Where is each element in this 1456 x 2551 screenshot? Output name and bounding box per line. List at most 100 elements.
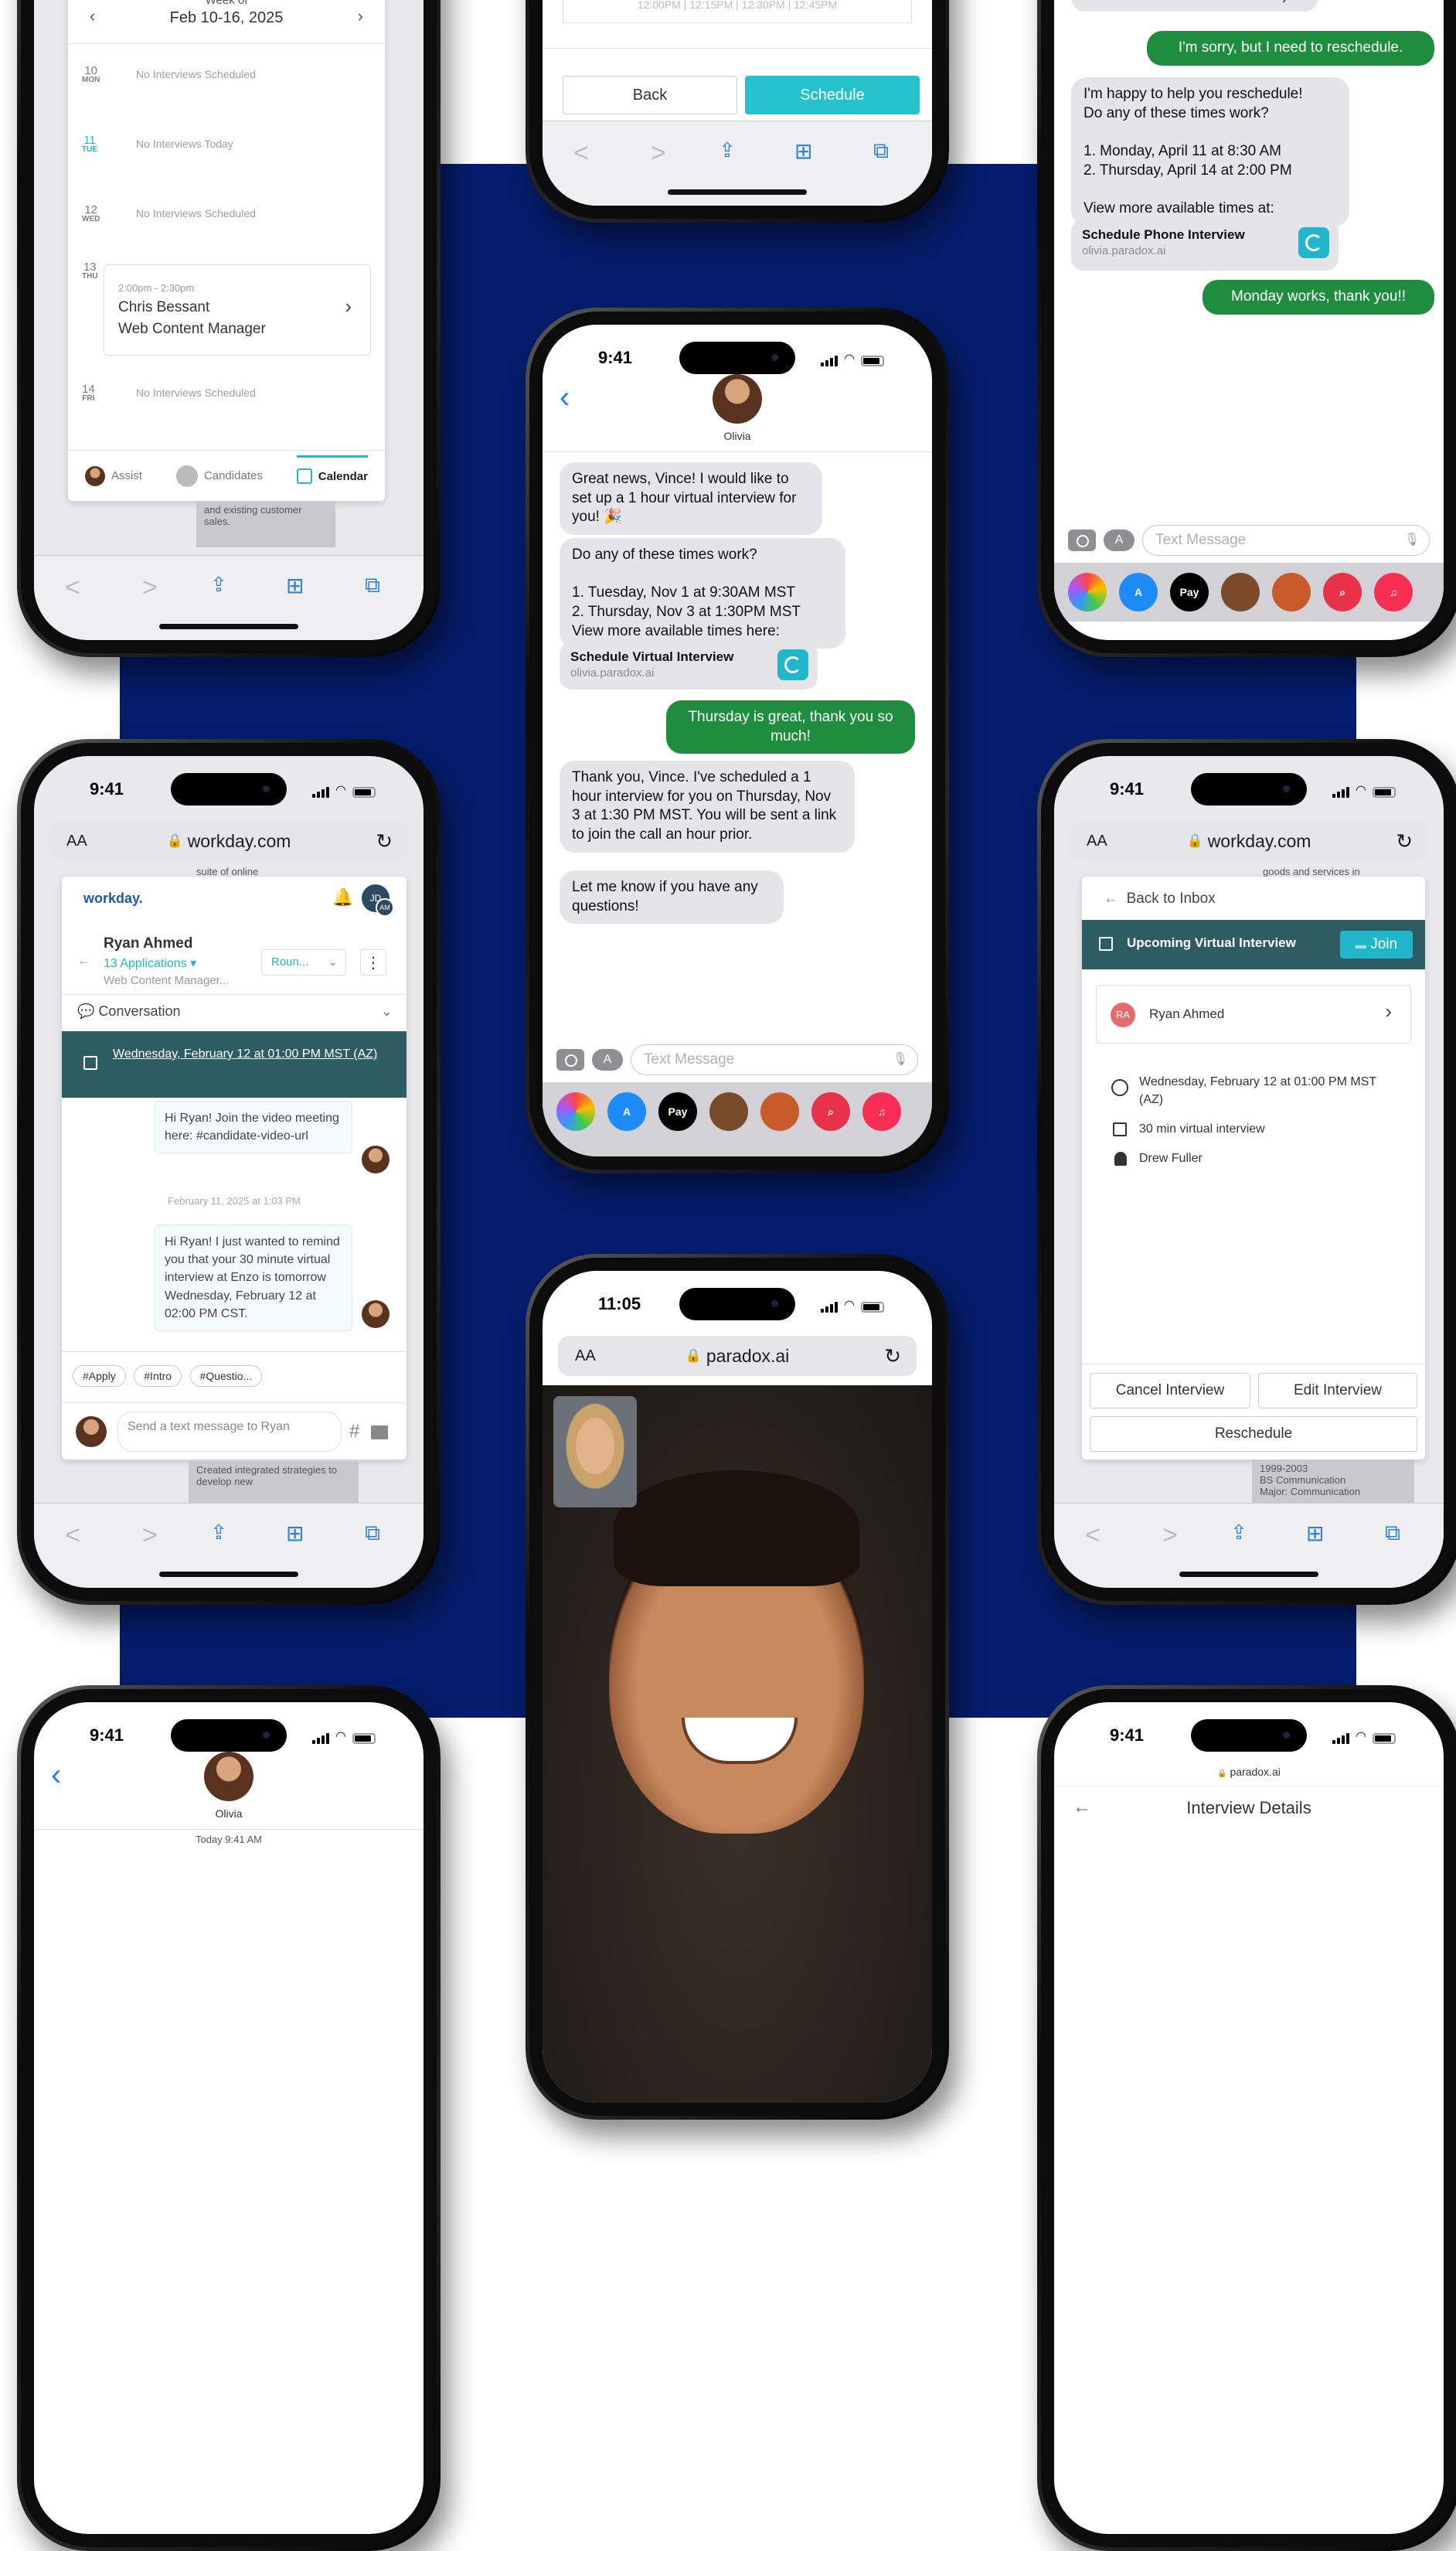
contact-name[interactable]: Olivia [543, 430, 932, 442]
app-store-icon[interactable]: A [607, 1092, 646, 1131]
conversation-header[interactable]: 💬 Conversation [77, 1003, 181, 1020]
share-icon[interactable]: ⇪ [210, 573, 227, 597]
round-select[interactable]: Roun... ⌄ [261, 949, 346, 976]
music-icon[interactable]: ♫ [862, 1092, 901, 1131]
tabs-icon[interactable]: ⧉ [365, 1521, 380, 1546]
message-input[interactable]: Text Message [631, 1044, 918, 1075]
tabs-icon[interactable]: ⧉ [365, 573, 380, 598]
bookmarks-icon[interactable]: ⊞ [794, 138, 812, 164]
schedule-button[interactable]: Schedule [745, 76, 920, 114]
back-to-inbox[interactable]: ← Back to Inbox [1104, 891, 1216, 908]
dynamic-island [1191, 773, 1307, 805]
back-icon[interactable]: < [1085, 1521, 1101, 1551]
address-bar[interactable]: AA 🔒 paradox.ai ↻ [558, 1336, 917, 1376]
self-view-thumbnail[interactable] [553, 1396, 637, 1507]
back-button[interactable]: Back [563, 76, 737, 114]
message-bubble-outgoing: I'm sorry, but I need to reschedule. [1147, 31, 1434, 66]
photos-icon[interactable] [1068, 573, 1107, 611]
cancel-interview-button[interactable]: Cancel Interview [1090, 1373, 1250, 1408]
share-icon[interactable]: ⇪ [719, 138, 736, 162]
tab-candidates[interactable]: Candidates [175, 465, 263, 487]
text-size-button[interactable]: AA [66, 833, 87, 850]
back-chevron-icon[interactable]: ‹ [560, 380, 570, 415]
app-store-icon[interactable]: A [1119, 573, 1158, 611]
camera-icon[interactable] [556, 1049, 584, 1071]
address-bar[interactable]: AA 🔒 workday.com ↻ [1070, 821, 1428, 861]
wifi-icon: ◠ [844, 1299, 855, 1312]
reload-icon[interactable]: ↻ [376, 829, 393, 853]
chip-intro[interactable]: #Intro [134, 1365, 182, 1387]
phone-schedule: 12:00PM | 12:15PM | 12:30PM | 12:45PM Ba… [526, 0, 949, 223]
share-icon[interactable]: ⇪ [1230, 1521, 1247, 1545]
apple-pay-icon[interactable]: Pay [658, 1092, 697, 1131]
reschedule-button[interactable]: Reschedule [1090, 1416, 1417, 1452]
share-icon[interactable]: ⇪ [210, 1521, 227, 1545]
message-input[interactable]: Text Message [1142, 525, 1430, 556]
candidate-row[interactable]: RA Ryan Ahmed › [1096, 985, 1411, 1044]
phone-calendar: Week of ‹ Feb 10-16, 2025 › 10 MON No Int… [17, 0, 441, 657]
chip-questions[interactable]: #Questio... [189, 1365, 263, 1387]
bell-icon[interactable]: 🔔 [332, 887, 353, 908]
event-card[interactable]: 2:00pm - 2:30pm Chris Bessant Web Conten… [104, 264, 371, 356]
schedule-virtual-link[interactable]: Schedule Virtual Interview olivia.parado… [560, 642, 818, 690]
search-icon[interactable]: ⌕ [1323, 573, 1362, 611]
contact-avatar[interactable] [713, 374, 762, 424]
time-slots[interactable]: 12:00PM | 12:15PM | 12:30PM | 12:45PM [563, 0, 912, 23]
camera-icon[interactable] [1068, 530, 1096, 551]
app-store-icon[interactable]: A [1104, 530, 1135, 551]
chip-apply[interactable]: #Apply [73, 1365, 126, 1387]
chevron-right-icon[interactable]: › [358, 6, 363, 26]
battery-icon [861, 356, 884, 366]
forward-icon[interactable]: > [1162, 1521, 1178, 1551]
week-range: Feb 10-16, 2025 [169, 9, 284, 26]
contact-name[interactable]: Olivia [34, 1807, 424, 1820]
back-icon[interactable]: < [65, 1521, 80, 1551]
memoji-icon[interactable] [1272, 573, 1311, 611]
chevron-down-icon[interactable]: ⌄ [381, 1003, 393, 1020]
background-text: goods and services in [1263, 866, 1360, 877]
tab-calendar[interactable]: Calendar [296, 455, 368, 484]
bookmarks-icon[interactable]: ⊞ [286, 573, 304, 598]
sms-input[interactable]: Send a text message to Ryan [117, 1412, 342, 1452]
background-text: 1999-2003 BS Communication Major: Commun… [1252, 1459, 1414, 1504]
memoji-icon[interactable] [1221, 573, 1260, 611]
search-icon[interactable]: ⌕ [811, 1092, 850, 1131]
app-store-icon[interactable]: A [592, 1049, 623, 1071]
back-icon[interactable]: < [65, 573, 80, 603]
back-arrow-icon[interactable]: ← [77, 952, 91, 969]
wifi-icon: ◠ [844, 353, 855, 366]
tabs-icon[interactable]: ⧉ [873, 138, 889, 164]
back-chevron-icon[interactable]: ‹ [51, 1758, 61, 1793]
reload-icon[interactable]: ↻ [884, 1344, 901, 1368]
memoji-icon[interactable] [709, 1092, 748, 1131]
apple-pay-icon[interactable]: Pay [1170, 573, 1209, 611]
schedule-phone-link[interactable]: Schedule Phone Interview olivia.paradox.… [1071, 220, 1339, 271]
forward-icon[interactable]: > [142, 573, 158, 603]
memoji-icon[interactable] [760, 1092, 799, 1131]
photos-icon[interactable] [556, 1092, 595, 1131]
bookmarks-icon[interactable]: ⊞ [286, 1521, 304, 1546]
forward-icon[interactable]: > [142, 1521, 158, 1551]
image-icon[interactable] [371, 1425, 388, 1439]
reload-icon[interactable]: ↻ [1396, 829, 1413, 853]
imessage-app-row: A Pay ⌕ ♫ [543, 1082, 932, 1156]
join-button[interactable]: ▬ Join [1340, 931, 1413, 959]
back-icon[interactable]: < [573, 138, 589, 169]
contact-avatar[interactable] [204, 1752, 253, 1801]
tabs-icon[interactable]: ⧉ [1385, 1521, 1400, 1546]
people-icon [175, 465, 198, 487]
interview-banner[interactable]: Wednesday, February 12 at 01:00 PM MST (… [62, 1031, 407, 1098]
more-menu-icon[interactable]: ⋮ [360, 949, 386, 976]
applications-link[interactable]: 13 Applications ▾ [104, 955, 196, 971]
bookmarks-icon[interactable]: ⊞ [1306, 1521, 1324, 1546]
text-size-button[interactable]: AA [575, 1347, 596, 1365]
music-icon[interactable]: ♫ [1374, 573, 1413, 611]
url-label[interactable]: 🔒 paradox.ai [1054, 1766, 1444, 1778]
text-size-button[interactable]: AA [1087, 833, 1107, 850]
forward-icon[interactable]: > [651, 138, 666, 169]
battery-icon [352, 1733, 376, 1744]
address-bar[interactable]: AA 🔒 workday.com ↻ [49, 821, 408, 861]
edit-interview-button[interactable]: Edit Interview [1258, 1373, 1417, 1408]
hashtag-icon[interactable]: # [349, 1421, 359, 1442]
tab-assist[interactable]: Assist [84, 465, 142, 486]
